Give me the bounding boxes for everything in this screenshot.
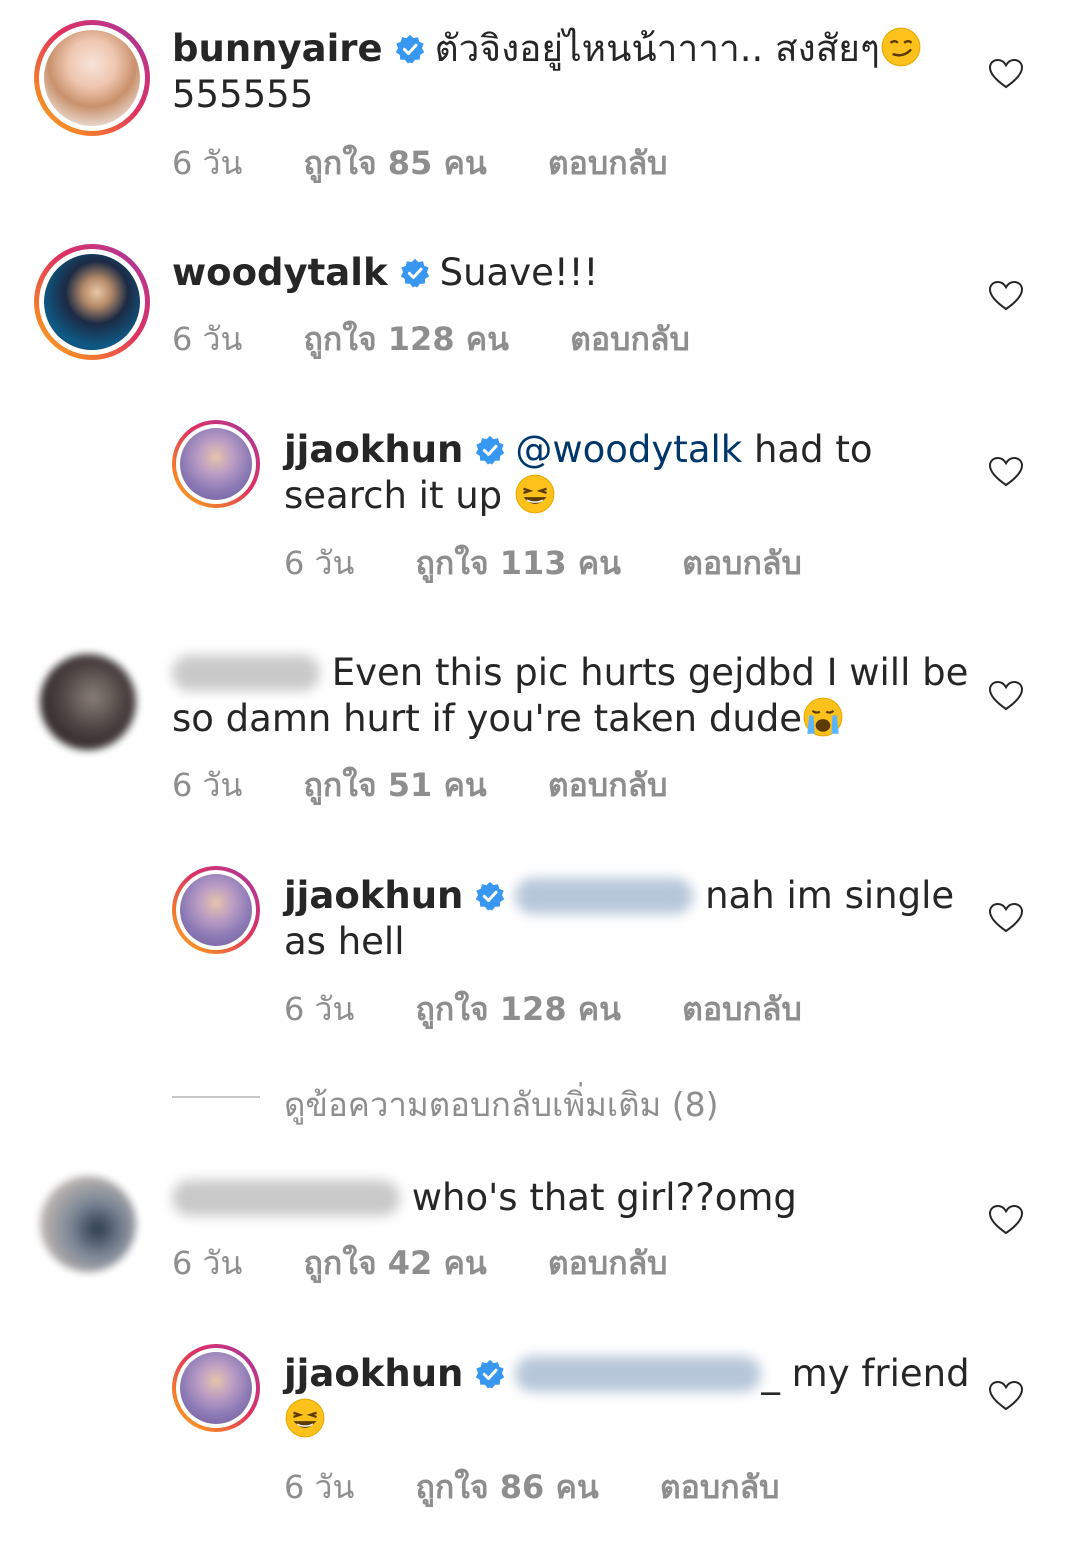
likes-count[interactable]: ถูกใจ 128 คน [416,984,621,1035]
blurred-username[interactable] [172,1180,400,1216]
view-more-replies-button[interactable]: ดูข้อความตอบกลับเพิ่มเติม (8) [284,1078,719,1131]
comment-text-line2: 555555 [172,73,314,116]
likes-count[interactable]: ถูกใจ 86 คน [416,1462,599,1513]
reply-button[interactable]: ตอบกลับ [548,1238,668,1289]
comment-text: Suave!!! [439,251,599,294]
comment-meta: 6 วัน ถูกใจ 128 คน ตอบกลับ [284,984,802,1035]
avatar[interactable] [34,20,150,136]
heart-outline-icon[interactable] [988,902,1024,934]
comment-meta: 6 วัน ถูกใจ 86 คน ตอบกลับ [284,1462,779,1513]
blurred-mention[interactable] [515,1356,762,1392]
reply-button[interactable]: ตอบกลับ [570,314,690,365]
comment-text-line2: so damn hurt if you're taken dude [172,697,803,740]
verified-badge-icon [476,881,505,911]
comment-body: jjaokhun @woodytalk had to search it up [284,427,872,519]
comment-body: jjaokhun nah im single as hell [284,873,954,965]
comment-meta: 6 วัน ถูกใจ 113 คน ตอบกลับ [284,538,802,589]
timestamp: 6 วัน [284,990,355,1028]
username[interactable]: jjaokhun [284,428,463,471]
reply-button[interactable]: ตอบกลับ [682,984,802,1035]
avatar[interactable] [172,420,260,508]
username[interactable]: jjaokhun [284,874,463,917]
avatar[interactable] [172,1344,260,1432]
comment-body: woodytalk Suave!!! [172,250,598,296]
timestamp: 6 วัน [284,544,355,582]
timestamp: 6 วัน [172,144,243,182]
timestamp: 6 วัน [172,766,243,804]
comment-text: nah im single [705,874,955,917]
comment-body: who's that girl??omg [172,1175,797,1221]
comment-text: Even this pic hurts gejdbd I will be [331,651,969,694]
heart-outline-icon[interactable] [988,58,1024,90]
smirk-emoji-icon [881,27,921,67]
comment-text: ตัวจิงอยู่ไหนน้าาาา.. สงสัยๆ [434,27,880,70]
avatar[interactable] [172,866,260,954]
comment-meta: 6 วัน ถูกใจ 85 คน ตอบกลับ [172,138,667,189]
comment-meta: 6 วัน ถูกใจ 42 คน ตอบกลับ [172,1238,667,1289]
comment-body: bunnyaire ตัวจิงอยู่ไหนน้าาาา.. สงสัยๆ 55… [172,26,922,118]
view-more-divider [172,1096,260,1098]
comment-body: jjaokhun _ my friend [284,1351,970,1443]
username[interactable]: bunnyaire [172,27,383,70]
comment-text-line2: as hell [284,920,405,963]
crying-emoji-icon [803,697,843,737]
username[interactable]: woodytalk [172,251,388,294]
reply-button[interactable]: ตอบกลับ [548,138,668,189]
likes-count[interactable]: ถูกใจ 42 คน [304,1238,487,1289]
heart-outline-icon[interactable] [988,680,1024,712]
heart-outline-icon[interactable] [988,1204,1024,1236]
heart-outline-icon[interactable] [988,1380,1024,1412]
username[interactable]: jjaokhun [284,1352,463,1395]
mention-link[interactable]: @woodytalk [515,428,742,471]
avatar[interactable] [40,1176,136,1272]
timestamp: 6 วัน [172,1244,243,1282]
verified-badge-icon [395,34,424,64]
avatar[interactable] [34,244,150,360]
comment-meta: 6 วัน ถูกใจ 128 คน ตอบกลับ [172,314,690,365]
timestamp: 6 วัน [172,320,243,358]
verified-badge-icon [400,258,429,288]
likes-count[interactable]: ถูกใจ 51 คน [304,760,487,811]
verified-badge-icon [476,1359,505,1389]
reply-button[interactable]: ตอบกลับ [682,538,802,589]
likes-count[interactable]: ถูกใจ 128 คน [304,314,509,365]
heart-outline-icon[interactable] [988,280,1024,312]
laughing-emoji-icon [515,474,555,514]
verified-badge-icon [476,435,505,465]
comment-text-line2: search it up [284,474,503,517]
reply-button[interactable]: ตอบกลับ [548,760,668,811]
reply-button[interactable]: ตอบกลับ [660,1462,780,1513]
comment-text: had to [753,428,873,471]
comment-body: Even this pic hurts gejdbd I will be so … [172,650,968,742]
likes-count[interactable]: ถูกใจ 113 คน [416,538,621,589]
timestamp: 6 วัน [284,1468,355,1506]
comment-text: _ my friend [761,1352,970,1395]
blurred-mention[interactable] [515,878,694,914]
blurred-username[interactable] [172,655,320,691]
comment-meta: 6 วัน ถูกใจ 51 คน ตอบกลับ [172,760,667,811]
laughing-emoji-icon [285,1398,325,1438]
comment-text: who's that girl??omg [411,1176,797,1219]
likes-count[interactable]: ถูกใจ 85 คน [304,138,487,189]
avatar[interactable] [40,654,136,750]
heart-outline-icon[interactable] [988,456,1024,488]
